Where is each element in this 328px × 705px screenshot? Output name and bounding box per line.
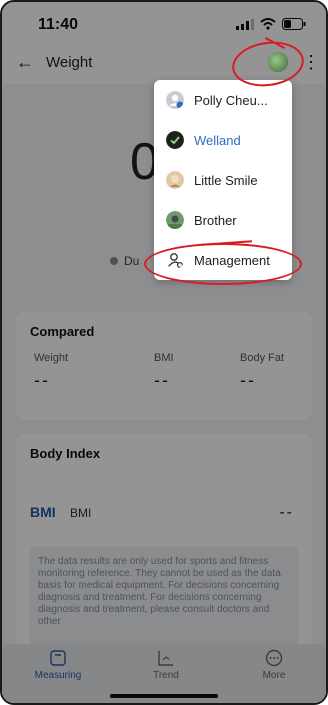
menu-item-polly[interactable]: Polly Cheu... (154, 80, 292, 120)
menu-item-brother[interactable]: Brother (154, 200, 292, 240)
phone-frame: 11:40 ← Weight ⋮ 0 Du Compared Weight BM… (0, 0, 328, 705)
menu-item-label: Brother (194, 212, 237, 228)
menu-item-label: Little Smile (194, 172, 258, 188)
more-options-icon-highlight[interactable]: ⋮ (302, 52, 320, 73)
menu-item-label: Welland (194, 132, 241, 148)
profile-avatar-icon (166, 91, 184, 109)
check-avatar-icon (166, 131, 184, 149)
menu-item-welland[interactable]: Welland (154, 120, 292, 160)
menu-item-little-smile[interactable]: Little Smile (154, 160, 292, 200)
annotation-circle-management (144, 243, 302, 285)
menu-item-label: Polly Cheu... (194, 92, 268, 108)
brother-avatar-icon (166, 211, 184, 229)
child-avatar-icon (166, 171, 184, 189)
